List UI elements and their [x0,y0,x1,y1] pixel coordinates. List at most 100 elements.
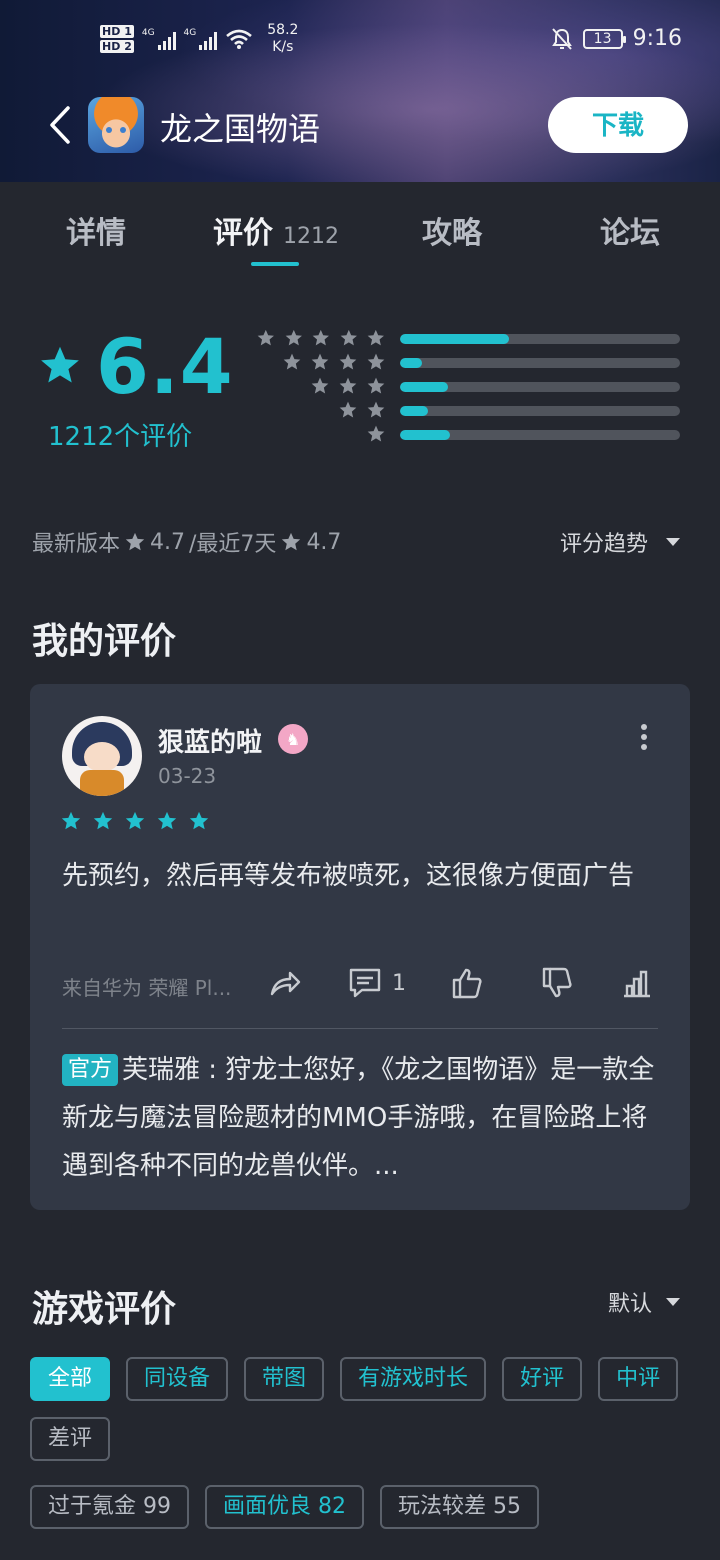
wifi-icon [226,29,253,49]
comment-button[interactable]: 1 [348,966,406,1000]
distribution-bar [400,334,680,344]
official-reply[interactable]: 官方 芙瑞雅 : 狩龙士您好，《龙之国物语》是一款全新龙与魔法冒险题材的MMO手游… [62,1046,662,1190]
star-icon [61,811,81,830]
star-icon [367,401,385,418]
username[interactable]: 狠蓝的啦 [158,722,262,759]
star-icon [285,329,302,346]
score-star-icon [41,346,79,383]
star-icon [368,329,385,346]
filter-chip-6[interactable]: 差评 [30,1417,111,1461]
rating-trend-dropdown[interactable]: 评分趋势 [560,526,680,558]
average-score: 6.4 [96,322,234,411]
rating-distribution [256,328,686,448]
my-review-card: 狠蓝的啦 ♞ 03-23 先预约，然后再等发布被喷死，这很像方便面广告 来自华为… [30,684,690,1210]
distribution-bar [400,358,680,368]
star-icon [125,532,145,551]
star-icon [312,329,330,346]
status-bar: HD 1 HD 2 4G 4G 58.2 K/s 13 9:16 [0,18,720,64]
star-icon [282,532,301,551]
game-reviews-title: 游戏评价 [32,1289,177,1330]
distribution-row-1-star [256,424,686,448]
tag-chip-1[interactable]: 画面优良 82 [205,1485,364,1529]
download-button[interactable]: 下载 [548,97,688,153]
dislike-button[interactable] [540,966,574,1000]
rating-trend-label: 评分趋势 [559,532,648,557]
filter-chip-3[interactable]: 有游戏时长 [340,1357,487,1401]
distribution-bar-fill [400,382,448,392]
version-rating-line: 最新版本 4.7 /最近7天 4.7 [32,526,341,558]
recent-label: /最近7天 [189,532,277,557]
share-icon [270,971,301,996]
signal-1-icon: 4G [142,28,176,50]
sort-dropdown[interactable]: 默认 [608,1286,680,1318]
star-icon [367,353,385,370]
tab-guides[interactable]: 攻略 [422,208,482,252]
official-tag: 官方 [62,1054,119,1086]
tab-reviews[interactable]: 评价 1212 [213,208,339,252]
distribution-bar-fill [400,430,451,440]
filter-chip-0[interactable]: 全部 [30,1357,111,1401]
sort-label: 默认 [607,1292,652,1317]
tab-details[interactable]: 详情 [66,208,126,252]
distribution-bar-fill [400,334,510,344]
comment-icon [349,968,381,998]
distribution-stars [256,352,386,372]
stats-button[interactable] [620,966,654,1000]
filter-chip-5[interactable]: 中评 [598,1357,679,1401]
tab-reviews-label: 评价 [213,216,273,251]
review-stars [60,810,210,832]
distribution-stars [256,328,386,348]
review-date: 03-23 [158,764,217,788]
user-badge-icon: ♞ [278,724,308,754]
avatar[interactable] [62,716,142,796]
review-tag-chips: 过于氪金 99 画面优良 82 玩法较差 55 [30,1485,710,1529]
star-icon [93,811,113,830]
distribution-row-2-star [256,400,686,424]
star-icon [367,425,385,442]
star-icon [367,377,385,394]
status-time: 9:16 [632,26,682,51]
more-options-icon[interactable] [634,724,654,754]
dropdown-arrow-icon [666,1298,680,1306]
hd1-icon: HD 1 [100,25,134,38]
recent-score: 4.7 [306,529,342,555]
share-button[interactable] [268,966,302,1000]
star-icon [340,329,357,346]
back-arrow-icon[interactable] [44,104,74,146]
distribution-row-4-star [256,352,686,376]
tag-chip-2[interactable]: 玩法较差 55 [380,1485,539,1529]
like-button[interactable] [450,966,484,1000]
bar-chart-icon [624,970,650,998]
thumbs-down-icon [542,967,572,998]
signal-2-icon: 4G [184,28,218,50]
app-title: 龙之国物语 [160,110,321,148]
distribution-stars [256,376,386,396]
review-actions: 来自华为 荣耀 Pl... 1 [62,966,658,1006]
latest-version-score: 4.7 [150,529,186,555]
app-header: HD 1 HD 2 4G 4G 58.2 K/s 13 9:16 龙之国物语 下… [0,0,720,182]
bell-off-icon [551,27,572,50]
tab-forum[interactable]: 论坛 [600,208,660,252]
battery-icon: 13 [582,28,626,49]
star-icon [339,401,357,418]
distribution-bar [400,406,680,416]
thumbs-up-icon [452,968,482,999]
distribution-bar-fill [400,358,423,368]
latest-version-label: 最新版本 [32,532,121,557]
filter-chip-1[interactable]: 同设备 [126,1357,229,1401]
filter-chip-4[interactable]: 好评 [502,1357,583,1401]
distribution-bar [400,382,680,392]
tab-bar: 详情 评价 1212 攻略 论坛 [0,182,720,272]
comment-count: 1 [392,970,406,996]
star-icon [339,353,357,370]
star-icon [157,811,177,830]
star-icon [189,811,209,830]
tag-chip-0[interactable]: 过于氪金 99 [30,1485,189,1529]
hd2-icon: HD 2 [100,40,134,53]
filter-chip-2[interactable]: 带图 [244,1357,325,1401]
active-tab-indicator [251,262,299,266]
distribution-bar-fill [400,406,428,416]
review-filter-chips: 全部 同设备 带图 有游戏时长 好评 中评差评 [30,1357,710,1461]
star-icon [311,353,329,370]
distribution-stars [256,400,386,420]
